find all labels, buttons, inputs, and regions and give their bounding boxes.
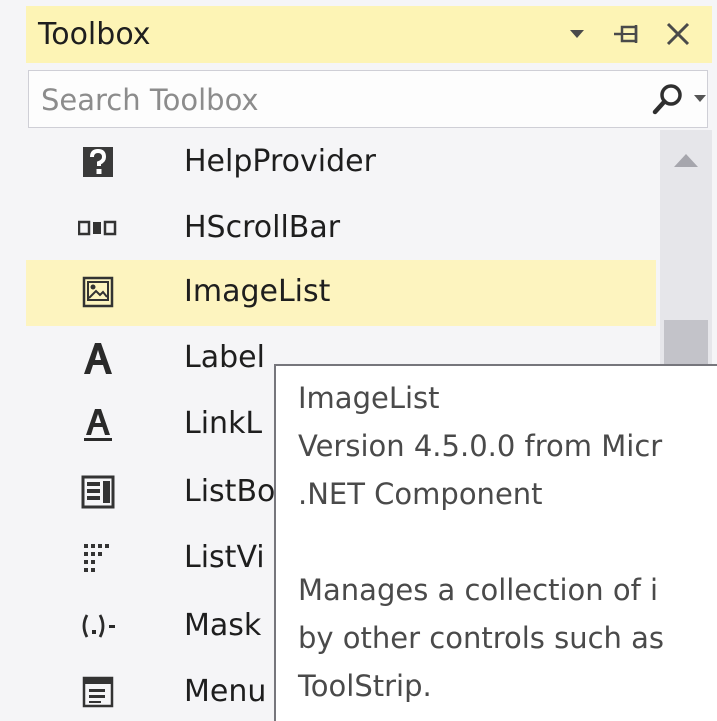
- tooltip-version: Version 4.5.0.0 from Micr: [298, 429, 663, 463]
- tooltip-description-line-3: ToolStrip.: [298, 669, 432, 703]
- title-bar: Toolbox: [26, 6, 712, 63]
- item-label: ListVi: [184, 540, 265, 575]
- tooltip-description-line-2: by other controls such as: [298, 621, 665, 655]
- imagelist-icon: [78, 272, 118, 312]
- linklabel-icon: [78, 404, 118, 444]
- scroll-up-arrow-icon[interactable]: [672, 150, 700, 170]
- item-label: HScrollBar: [184, 210, 341, 245]
- panel-title: Toolbox: [38, 17, 151, 52]
- window-position-button[interactable]: [560, 14, 594, 54]
- item-tooltip: ImageList Version 4.5.0.0 from Micr .NET…: [274, 364, 717, 721]
- help-provider-icon: [78, 142, 118, 182]
- search-options-chevron-down-icon[interactable]: [693, 93, 707, 105]
- listbox-icon: [78, 472, 118, 512]
- pin-icon: [614, 25, 638, 43]
- toolbox-item-helpprovider[interactable]: HelpProvider: [26, 130, 656, 196]
- toolbox-panel: Toolbox Search Toolbox HelpProvider HScr…: [0, 0, 717, 721]
- item-label: LinkL: [184, 406, 263, 441]
- toolbox-item-hscrollbar[interactable]: HScrollBar: [26, 196, 656, 262]
- label-icon: [78, 338, 118, 378]
- listview-icon: [78, 538, 118, 578]
- search-icon[interactable]: [651, 81, 687, 117]
- close-button[interactable]: [658, 14, 698, 54]
- item-label: Mask: [184, 608, 262, 643]
- item-label: Label: [184, 340, 265, 375]
- search-box: [28, 70, 708, 128]
- auto-hide-button[interactable]: [608, 14, 646, 54]
- menustrip-icon: [78, 672, 118, 712]
- item-label: HelpProvider: [184, 144, 376, 179]
- item-label: Menu: [184, 674, 267, 709]
- item-label: ImageList: [184, 274, 331, 309]
- hscrollbar-icon: [78, 208, 118, 248]
- tooltip-kind: .NET Component: [298, 477, 543, 511]
- toolbox-item-imagelist[interactable]: ImageList: [26, 260, 656, 326]
- maskedtextbox-icon: [78, 606, 118, 646]
- item-label: ListBo: [184, 474, 276, 509]
- search-input[interactable]: [39, 77, 603, 123]
- tooltip-title: ImageList: [298, 381, 440, 415]
- close-icon: [666, 22, 690, 46]
- tooltip-description-line-1: Manages a collection of i: [298, 573, 659, 607]
- triangle-down-icon: [570, 30, 584, 38]
